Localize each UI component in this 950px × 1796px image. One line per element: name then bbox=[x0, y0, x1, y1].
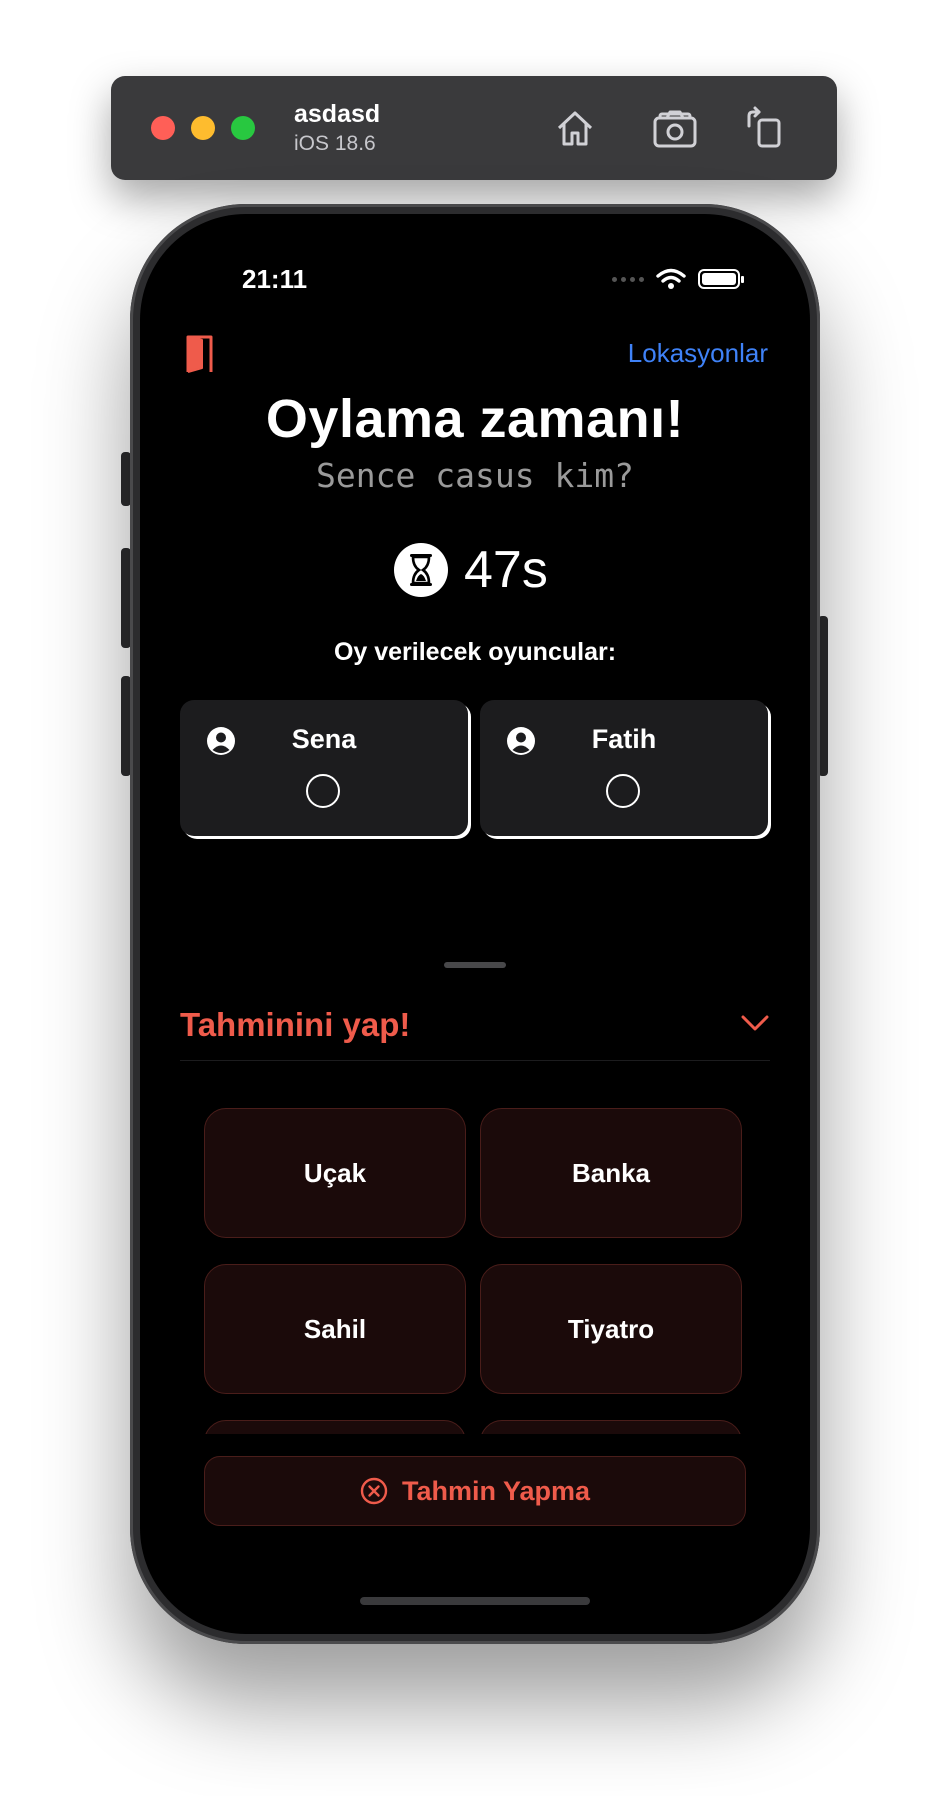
countdown-timer: 47s bbox=[394, 540, 548, 600]
page-subtitle: Sence casus kim? bbox=[316, 456, 634, 495]
close-window-button[interactable] bbox=[151, 116, 175, 140]
player-card[interactable]: Fatih bbox=[480, 700, 768, 836]
location-button[interactable]: Banka bbox=[480, 1108, 742, 1238]
location-button[interactable]: Uçak bbox=[204, 1108, 466, 1238]
no-guess-label: Tahmin Yapma bbox=[401, 1475, 591, 1506]
door-icon[interactable] bbox=[184, 334, 216, 374]
sheet-grabber[interactable] bbox=[444, 962, 506, 968]
location-button[interactable] bbox=[204, 1420, 466, 1434]
player-name: Fatih bbox=[591, 724, 657, 754]
rotate-icon[interactable] bbox=[741, 104, 789, 152]
cellular-icon bbox=[612, 276, 644, 282]
status-icons bbox=[612, 268, 744, 290]
page-title: Oylama zamanı! bbox=[265, 389, 685, 449]
no-guess-button[interactable]: Tahmin Yapma bbox=[204, 1456, 746, 1526]
battery-icon bbox=[698, 269, 744, 289]
player-card[interactable]: Sena bbox=[180, 700, 468, 836]
home-indicator[interactable] bbox=[360, 1597, 590, 1605]
guess-panel-header[interactable]: Tahminini yap! bbox=[180, 994, 770, 1074]
xmark-circle-icon bbox=[360, 1477, 388, 1505]
locations-link[interactable]: Lokasyonlar bbox=[628, 338, 768, 369]
phone-screen: 21:11 Lokasyonlar Oylama zamanı! Sence c… bbox=[140, 214, 810, 1634]
simulator-toolbar: asdasd iOS 18.6 bbox=[111, 76, 837, 180]
screenshot-icon[interactable] bbox=[651, 104, 699, 152]
players-label: Oy verilecek oyuncular: bbox=[333, 638, 617, 666]
chevron-down-icon[interactable] bbox=[740, 1008, 770, 1038]
location-button[interactable] bbox=[480, 1420, 742, 1434]
home-icon[interactable] bbox=[551, 104, 599, 152]
location-grid: Uçak Banka Sahil Tiyatro bbox=[204, 1108, 746, 1434]
player-name: Sena bbox=[291, 724, 357, 754]
location-button[interactable]: Sahil bbox=[204, 1264, 466, 1394]
divider bbox=[180, 1060, 770, 1061]
guess-panel-title: Tahminini yap! bbox=[180, 1006, 411, 1043]
vote-radio[interactable] bbox=[306, 774, 340, 808]
location-button[interactable]: Tiyatro bbox=[480, 1264, 742, 1394]
vote-radio[interactable] bbox=[606, 774, 640, 808]
wifi-icon bbox=[656, 268, 686, 289]
os-version: iOS 18.6 bbox=[294, 132, 376, 155]
timer-value: 47s bbox=[464, 541, 548, 599]
device-name: asdasd bbox=[294, 100, 381, 128]
minimize-window-button[interactable] bbox=[191, 116, 215, 140]
status-time: 21:11 bbox=[242, 264, 308, 294]
zoom-window-button[interactable] bbox=[231, 116, 255, 140]
hourglass-icon bbox=[394, 543, 448, 597]
